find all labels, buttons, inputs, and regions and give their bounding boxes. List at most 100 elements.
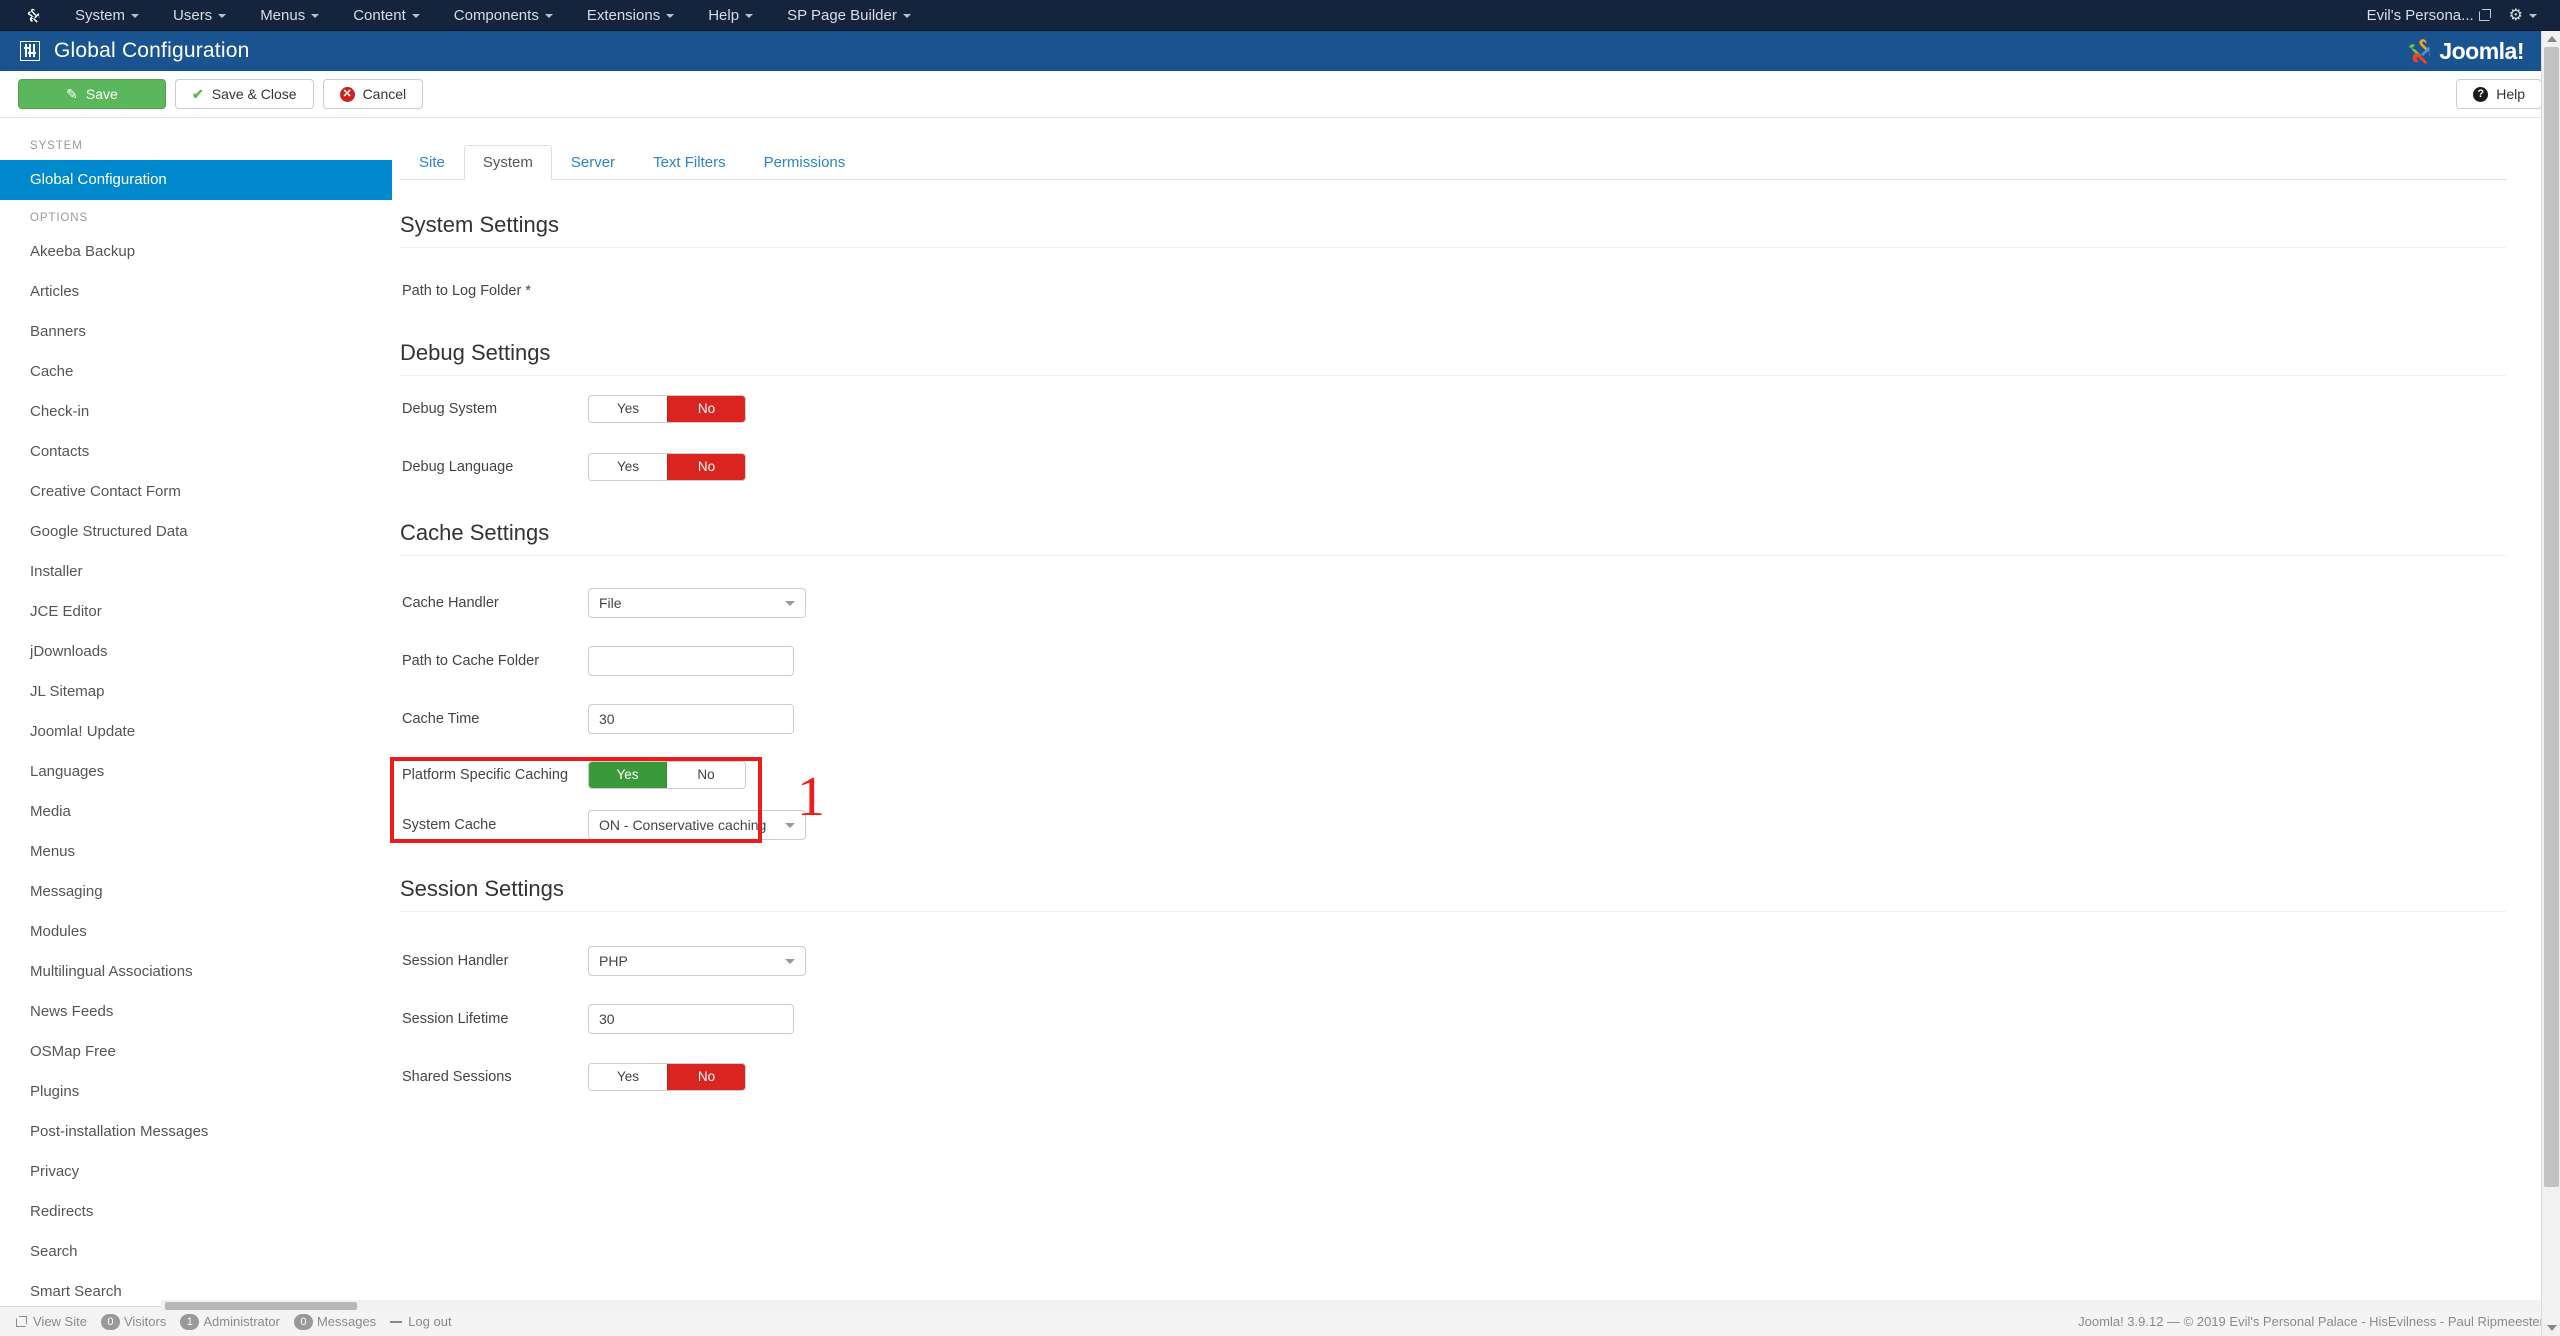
visitors-counter[interactable]: 0 Visitors	[100, 1313, 167, 1330]
tab-system[interactable]: System	[463, 145, 552, 180]
sidebar-item-redirects[interactable]: Redirects	[0, 1192, 392, 1232]
settings-menu-button[interactable]: ⚙	[2500, 0, 2546, 31]
sidebar-item-post-installation-messages[interactable]: Post-installation Messages	[0, 1112, 392, 1152]
sidebar-item-google-structured-data[interactable]: Google Structured Data	[0, 512, 392, 552]
shared-sessions-toggle[interactable]: Yes No	[588, 1063, 746, 1091]
session-lifetime-control: 30	[588, 1004, 794, 1034]
menu-menus[interactable]: Menus	[243, 0, 336, 31]
joomla-logo-icon[interactable]	[16, 7, 50, 24]
sidebar-item-articles[interactable]: Articles	[0, 272, 392, 312]
messages-counter[interactable]: 0 Messages	[293, 1313, 376, 1330]
debug-system-no-option[interactable]: No	[667, 396, 745, 422]
tab-site[interactable]: Site	[400, 145, 464, 180]
sidebar-item-label: Privacy	[30, 1163, 80, 1180]
sidebar-item-label: Banners	[30, 323, 86, 340]
status-bar-right-group: Joomla! 3.9.12 — © 2019 Evil's Personal …	[2078, 1314, 2544, 1329]
shared-sessions-no-option[interactable]: No	[667, 1064, 745, 1090]
sidebar-item-messaging[interactable]: Messaging	[0, 872, 392, 912]
scroll-thumb-horizontal[interactable]	[165, 1302, 357, 1310]
view-site-link[interactable]: View Site	[16, 1314, 87, 1329]
administrator-badge: 1	[180, 1313, 200, 1330]
sidebar-item-akeeba-backup[interactable]: Akeeba Backup	[0, 232, 392, 272]
save-close-button[interactable]: ✔ Save & Close	[175, 79, 314, 109]
platform-specific-caching-control: Yes No	[588, 761, 746, 789]
sidebar-item-cache[interactable]: Cache	[0, 352, 392, 392]
menu-users[interactable]: Users	[156, 0, 243, 31]
scroll-thumb[interactable]	[2544, 47, 2559, 1187]
sidebar-item-languages[interactable]: Languages	[0, 752, 392, 792]
site-name-link[interactable]: Evil's Persona...	[2358, 0, 2500, 31]
sidebar-item-menus[interactable]: Menus	[0, 832, 392, 872]
logout-link[interactable]: Log out	[390, 1314, 452, 1329]
chevron-down-icon	[745, 13, 754, 18]
scroll-down-icon[interactable]	[2547, 1325, 2557, 1331]
cancel-button[interactable]: ✕ Cancel	[322, 79, 424, 109]
field-row-cache-time: Cache Time 30	[400, 694, 2540, 744]
debug-language-toggle[interactable]: Yes No	[588, 453, 746, 481]
scroll-up-icon[interactable]	[2547, 36, 2557, 42]
shared-sessions-control: Yes No	[588, 1063, 746, 1091]
sidebar-item-privacy[interactable]: Privacy	[0, 1152, 392, 1192]
sidebar-item-label: Installer	[30, 563, 83, 580]
cache-handler-select[interactable]: File	[588, 588, 806, 618]
debug-language-no-option[interactable]: No	[667, 454, 745, 480]
sidebar-item-news-feeds[interactable]: News Feeds	[0, 992, 392, 1032]
tab-text-filters[interactable]: Text Filters	[634, 145, 745, 180]
sidebar-item-jl-sitemap[interactable]: JL Sitemap	[0, 672, 392, 712]
sidebar-item-joomla-update[interactable]: Joomla! Update	[0, 712, 392, 752]
sidebar-item-installer[interactable]: Installer	[0, 552, 392, 592]
sidebar-item-modules[interactable]: Modules	[0, 912, 392, 952]
tab-permissions[interactable]: Permissions	[745, 145, 865, 180]
menu-help[interactable]: Help	[691, 0, 770, 31]
debug-system-label: Debug System	[402, 401, 498, 417]
menu-system[interactable]: System	[58, 0, 156, 31]
administrator-counter[interactable]: 1 Administrator	[180, 1313, 280, 1330]
sidebar-item-label: Joomla! Update	[30, 723, 136, 740]
path-cache-folder-input[interactable]	[588, 646, 794, 676]
menu-sp-page-builder-label: SP Page Builder	[787, 6, 897, 24]
chevron-down-icon	[902, 13, 911, 18]
menu-extensions[interactable]: Extensions	[570, 0, 691, 31]
tab-server[interactable]: Server	[552, 145, 634, 180]
sliders-icon	[20, 41, 40, 61]
sidebar-item-jdownloads[interactable]: jDownloads	[0, 632, 392, 672]
menu-components[interactable]: Components	[437, 0, 570, 31]
sidebar-item-osmap-free[interactable]: OSMap Free	[0, 1032, 392, 1072]
cache-time-input[interactable]: 30	[588, 704, 794, 734]
visitors-label: Visitors	[123, 1314, 167, 1329]
platform-specific-caching-yes-option[interactable]: Yes	[589, 762, 667, 788]
sidebar-item-media[interactable]: Media	[0, 792, 392, 832]
sidebar-item-search[interactable]: Search	[0, 1232, 392, 1272]
save-button[interactable]: ✎ Save	[18, 79, 166, 109]
session-lifetime-input[interactable]: 30	[588, 1004, 794, 1034]
sidebar-item-global-configuration[interactable]: Global Configuration	[0, 160, 392, 200]
sidebar-item-creative-contact-form[interactable]: Creative Contact Form	[0, 472, 392, 512]
session-handler-value: PHP	[599, 953, 628, 969]
path-cache-folder-label: Path to Cache Folder	[402, 653, 540, 669]
shared-sessions-yes-option[interactable]: Yes	[589, 1064, 667, 1090]
sidebar-item-banners[interactable]: Banners	[0, 312, 392, 352]
sidebar-item-label: Check-in	[30, 403, 90, 420]
debug-system-yes-option[interactable]: Yes	[589, 396, 667, 422]
sidebar-item-multilingual-associations[interactable]: Multilingual Associations	[0, 952, 392, 992]
menu-users-label: Users	[173, 6, 213, 24]
sidebar-item-check-in[interactable]: Check-in	[0, 392, 392, 432]
chevron-down-icon	[411, 13, 420, 18]
debug-language-yes-option[interactable]: Yes	[589, 454, 667, 480]
menu-content[interactable]: Content	[336, 0, 437, 31]
session-handler-select[interactable]: PHP	[588, 946, 806, 976]
sidebar-item-contacts[interactable]: Contacts	[0, 432, 392, 472]
platform-specific-caching-no-option[interactable]: No	[667, 762, 745, 788]
system-cache-select[interactable]: ON - Conservative caching	[588, 810, 806, 840]
menu-sp-page-builder[interactable]: SP Page Builder	[770, 0, 928, 31]
debug-system-toggle[interactable]: Yes No	[588, 395, 746, 423]
cancel-button-label: Cancel	[362, 86, 407, 102]
field-row-session-lifetime: Session Lifetime 30	[400, 994, 2540, 1044]
page-vertical-scrollbar[interactable]	[2541, 31, 2560, 1336]
sidebar-item-jce-editor[interactable]: JCE Editor	[0, 592, 392, 632]
platform-specific-caching-toggle[interactable]: Yes No	[588, 761, 746, 789]
sidebar-horizontal-scrollbar[interactable]	[161, 1300, 2541, 1312]
sidebar-item-plugins[interactable]: Plugins	[0, 1072, 392, 1112]
page-header-bar: Global Configuration Joomla!	[0, 31, 2560, 71]
help-button[interactable]: ? Help	[2456, 79, 2542, 109]
